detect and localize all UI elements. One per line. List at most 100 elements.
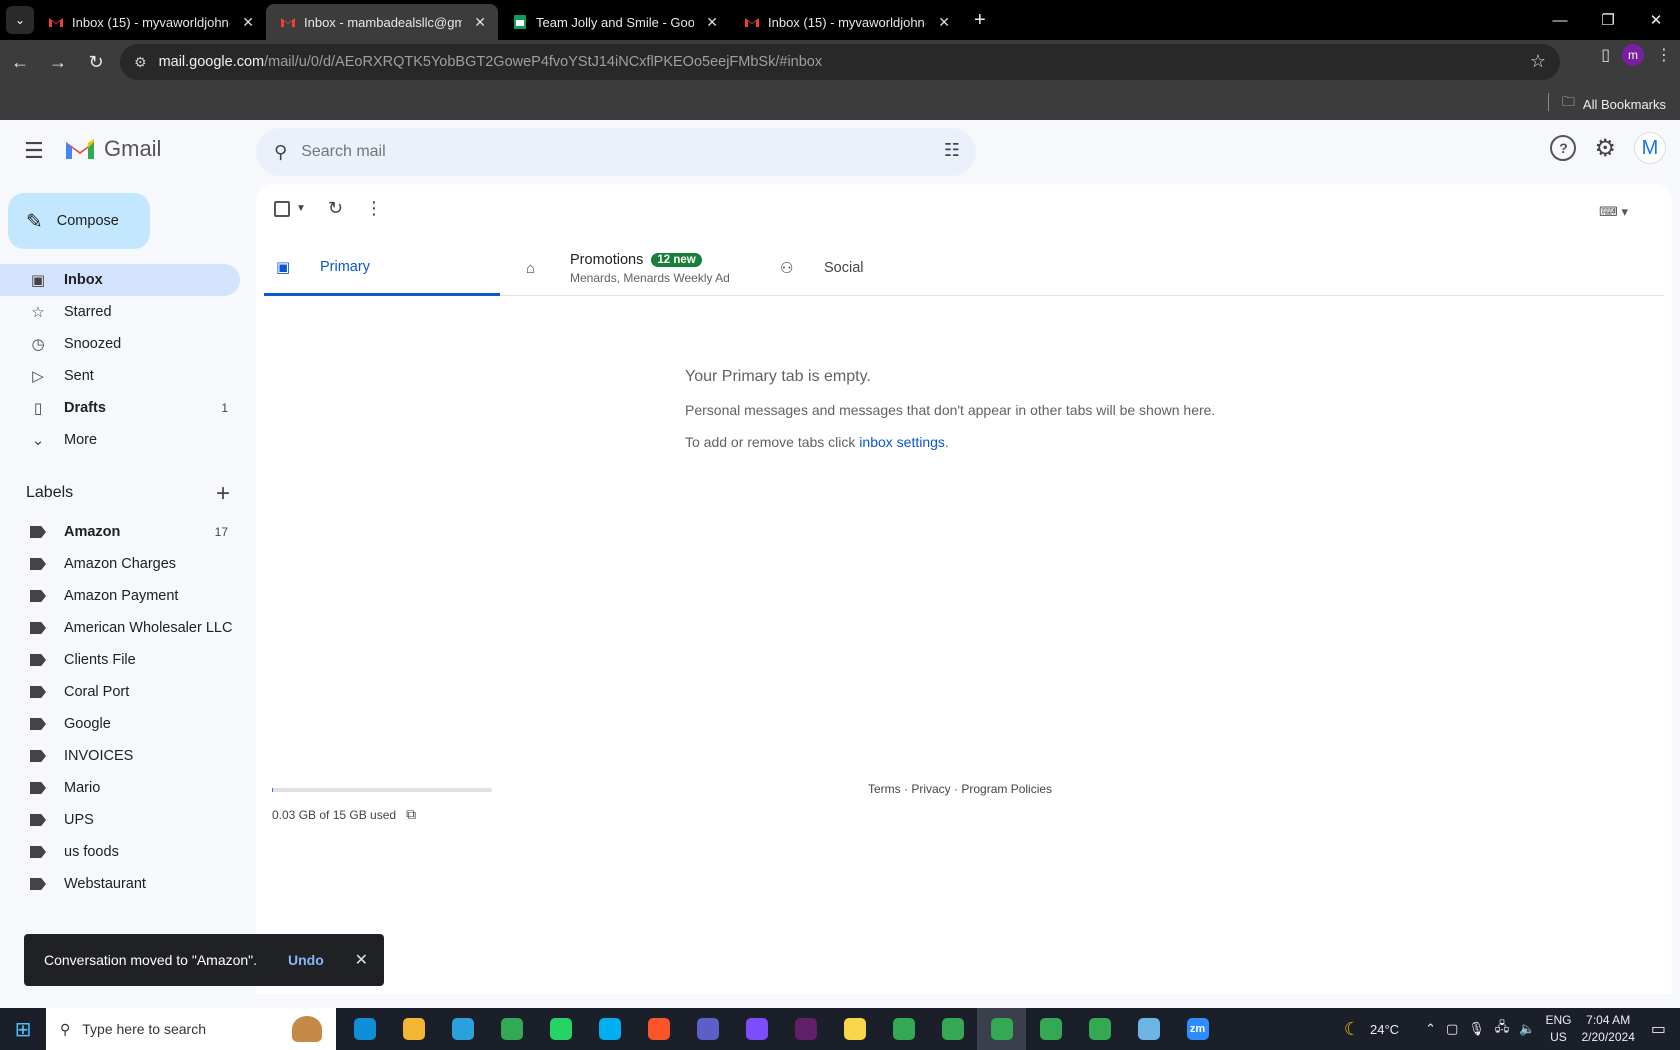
- network-icon[interactable]: 🖧: [1495, 1018, 1510, 1040]
- gmail-logo[interactable]: Gmail: [64, 136, 161, 162]
- label-item[interactable]: Clients File: [0, 644, 240, 676]
- create-label-button[interactable]: +: [216, 480, 230, 508]
- taskbar-app-skype[interactable]: [585, 1008, 634, 1050]
- sidebar-item-starred[interactable]: ☆ Starred: [0, 296, 240, 328]
- privacy-link[interactable]: Privacy: [911, 782, 950, 796]
- tab-close-icon[interactable]: ✕: [474, 14, 486, 31]
- label-item[interactable]: Mario: [0, 772, 240, 804]
- chrome-profile-icon: [745, 1018, 768, 1040]
- taskbar-app-chrome[interactable]: [487, 1008, 536, 1050]
- inbox-settings-link[interactable]: inbox settings: [859, 434, 945, 450]
- taskbar-search[interactable]: ⚲ Type here to search: [46, 1008, 336, 1050]
- windows-start-icon[interactable]: ⊞: [0, 1008, 46, 1050]
- settings-gear-icon[interactable]: ⚙: [1594, 134, 1616, 163]
- terms-link[interactable]: Terms: [868, 782, 901, 796]
- search-icon[interactable]: ⚲: [274, 142, 287, 163]
- taskbar-app-telegram[interactable]: [438, 1008, 487, 1050]
- bookmark-star-icon[interactable]: ☆: [1530, 51, 1546, 72]
- taskbar-app-app-purple[interactable]: [683, 1008, 732, 1050]
- taskbar-app-whatsapp[interactable]: [536, 1008, 585, 1050]
- input-tools-keyboard-icon[interactable]: ⌨ ▾: [1599, 204, 1628, 220]
- browser-tab-active[interactable]: Inbox - mambadealsllc@gmail.c ✕: [266, 4, 498, 40]
- browser-tab[interactable]: Inbox (15) - myvaworldjohn@g ✕: [34, 4, 266, 40]
- new-tab-button[interactable]: +: [974, 9, 986, 32]
- sidebar-item-inbox[interactable]: ▣ Inbox: [0, 264, 240, 296]
- browser-profile-avatar[interactable]: m: [1622, 44, 1644, 66]
- taskbar-app-chrome-m[interactable]: [977, 1008, 1026, 1050]
- search-bar[interactable]: ⚲ ☷: [256, 128, 976, 176]
- tray-chevron-up-icon[interactable]: ⌃: [1425, 1021, 1436, 1037]
- taskbar-app-edge[interactable]: [340, 1008, 389, 1050]
- all-bookmarks-button[interactable]: 🗀 All Bookmarks: [1562, 93, 1666, 115]
- refresh-icon[interactable]: ↻: [328, 198, 343, 219]
- sidebar-item-sent[interactable]: ▷ Sent: [0, 360, 240, 392]
- close-window-icon[interactable]: ✕: [1632, 0, 1680, 40]
- volume-icon[interactable]: 🔈: [1519, 1021, 1535, 1037]
- site-info-icon[interactable]: ⚙: [134, 54, 147, 71]
- meet-icon[interactable]: ▢: [1446, 1021, 1458, 1037]
- label-item[interactable]: Amazon Charges: [0, 548, 240, 580]
- tab-close-icon[interactable]: ✕: [938, 14, 950, 31]
- forward-icon[interactable]: →: [40, 45, 76, 81]
- taskbar-app-notepad[interactable]: [1124, 1008, 1173, 1050]
- label-item[interactable]: us foods: [0, 836, 240, 868]
- tab-social[interactable]: ⚇ Social: [780, 240, 864, 296]
- undo-button[interactable]: Undo: [288, 952, 324, 968]
- sidebar-item-snoozed[interactable]: ◷ Snoozed: [0, 328, 240, 360]
- browser-menu-icon[interactable]: ⋮: [1656, 45, 1672, 65]
- taskbar-app-file-explorer[interactable]: [389, 1008, 438, 1050]
- account-avatar[interactable]: M: [1634, 132, 1666, 164]
- tab-search-button[interactable]: ⌄: [6, 6, 34, 34]
- label-item[interactable]: INVOICES: [0, 740, 240, 772]
- sidebar-item-more[interactable]: ⌄ More: [0, 424, 240, 456]
- back-icon[interactable]: ←: [2, 45, 38, 81]
- program-policies-link[interactable]: Program Policies: [961, 782, 1052, 796]
- tab-close-icon[interactable]: ✕: [706, 14, 718, 31]
- taskbar-app-sticky-notes[interactable]: [830, 1008, 879, 1050]
- restore-icon[interactable]: ❐: [1584, 0, 1632, 40]
- label-item[interactable]: UPS: [0, 804, 240, 836]
- taskbar-app-chrome-j[interactable]: [928, 1008, 977, 1050]
- system-clock[interactable]: 7:04 AM 2/20/2024: [1581, 1012, 1634, 1046]
- compose-label: Compose: [56, 213, 119, 229]
- search-input[interactable]: [301, 143, 862, 161]
- label-item[interactable]: American Wholesaler LLC: [0, 612, 240, 644]
- tab-close-icon[interactable]: ✕: [242, 14, 254, 31]
- label-item[interactable]: Amazon 17: [0, 516, 240, 548]
- taskbar-app-brave[interactable]: [634, 1008, 683, 1050]
- browser-tab[interactable]: Team Jolly and Smile - Google S ✕: [498, 4, 730, 40]
- browser-tab[interactable]: Inbox (15) - myvaworldjohn@g ✕: [730, 4, 962, 40]
- main-menu-icon[interactable]: ☰: [24, 138, 44, 164]
- label-item[interactable]: Amazon Payment: [0, 580, 240, 612]
- label-item[interactable]: Webstaurant: [0, 868, 240, 900]
- open-in-new-icon[interactable]: ⧉: [406, 806, 416, 823]
- minimize-icon[interactable]: —: [1536, 0, 1584, 40]
- select-all-checkbox[interactable]: ▼: [274, 200, 306, 217]
- input-language[interactable]: ENG US: [1545, 1012, 1571, 1046]
- taskbar-app-slack[interactable]: [781, 1008, 830, 1050]
- taskbar-app-chrome-profile[interactable]: [732, 1008, 781, 1050]
- taskbar-app-chrome-o[interactable]: [1026, 1008, 1075, 1050]
- help-icon[interactable]: ?: [1550, 135, 1577, 161]
- notifications-icon[interactable]: ▭: [1651, 1019, 1666, 1039]
- more-options-icon[interactable]: ⋮: [365, 198, 383, 219]
- taskbar-app-chrome-j2[interactable]: [1075, 1008, 1124, 1050]
- edge-icon: [353, 1018, 376, 1040]
- search-options-icon[interactable]: ☷: [944, 140, 960, 161]
- tab-promotions[interactable]: ⌂ Promotions 12 new Menards, Menards Wee…: [526, 240, 730, 296]
- label-icon: [30, 878, 46, 890]
- temperature[interactable]: 24°C: [1370, 1022, 1399, 1037]
- close-icon[interactable]: ✕: [355, 950, 368, 970]
- side-panel-icon[interactable]: ▯: [1601, 45, 1610, 65]
- system-tray: ☾ 24°C ⌃ ▢ 🎙 🖧 🔈 ENG US 7:04 AM 2/20/2024 …: [1344, 1008, 1680, 1050]
- reload-icon[interactable]: ↻: [78, 45, 114, 81]
- label-item[interactable]: Google: [0, 708, 240, 740]
- taskbar-app-chrome-f[interactable]: [879, 1008, 928, 1050]
- tab-primary[interactable]: ▣ Primary: [264, 240, 500, 296]
- microphone-icon[interactable]: 🎙: [1468, 1021, 1485, 1037]
- compose-button[interactable]: ✎ Compose: [8, 193, 150, 249]
- taskbar-app-zoom[interactable]: zm: [1173, 1008, 1222, 1050]
- address-bar[interactable]: ⚙ mail.google.com/mail/u/0/d/AEoRXRQTK5Y…: [120, 44, 1560, 80]
- sidebar-item-drafts[interactable]: ▯ Drafts 1: [0, 392, 240, 424]
- label-item[interactable]: Coral Port: [0, 676, 240, 708]
